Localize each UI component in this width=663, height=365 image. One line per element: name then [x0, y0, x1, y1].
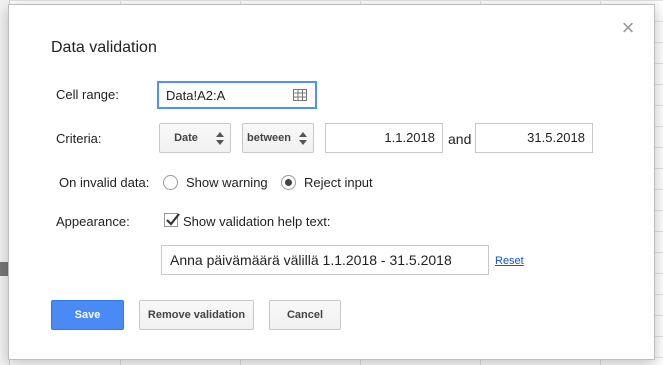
help-text-checkbox[interactable] — [164, 213, 180, 227]
criteria-and-label: and — [448, 131, 472, 147]
criteria-type-select[interactable]: Date — [159, 123, 231, 153]
checkmark-icon — [166, 213, 180, 226]
grid-select-icon[interactable] — [293, 89, 307, 101]
criteria-label: Criteria: — [56, 131, 102, 146]
reject-input-label[interactable]: Reject input — [304, 175, 373, 190]
cell-range-value: Data!A2:A — [166, 88, 226, 103]
criteria-condition-value: between — [246, 132, 291, 144]
show-warning-radio[interactable] — [163, 175, 178, 190]
criteria-condition-select[interactable]: between — [242, 123, 314, 153]
reject-input-radio[interactable] — [281, 175, 296, 190]
dialog-title: Data validation — [51, 39, 157, 56]
cancel-button[interactable]: Cancel — [269, 300, 341, 330]
show-warning-label[interactable]: Show warning — [186, 175, 268, 190]
criteria-type-value: Date — [174, 132, 198, 144]
close-icon[interactable]: × — [618, 17, 638, 39]
cell-range-input[interactable]: Data!A2:A — [157, 81, 317, 109]
remove-validation-button[interactable]: Remove validation — [139, 300, 254, 330]
updown-icon — [299, 132, 307, 145]
criteria-from-input[interactable]: 1.1.2018 — [325, 123, 443, 153]
on-invalid-label: On invalid data: — [59, 175, 150, 190]
appearance-label: Appearance: — [56, 214, 130, 229]
reset-link[interactable]: Reset — [495, 255, 524, 267]
help-text-input[interactable]: Anna päivämäärä välillä 1.1.2018 - 31.5.… — [161, 245, 489, 275]
row-marker — [0, 262, 8, 276]
save-button[interactable]: Save — [51, 300, 124, 330]
help-text-checkbox-label[interactable]: Show validation help text: — [183, 214, 330, 229]
criteria-to-input[interactable]: 31.5.2018 — [475, 123, 593, 153]
data-validation-dialog: × Data validation Cell range: Data!A2:A … — [8, 4, 655, 360]
cell-range-label: Cell range: — [56, 87, 119, 102]
updown-icon — [216, 132, 224, 145]
